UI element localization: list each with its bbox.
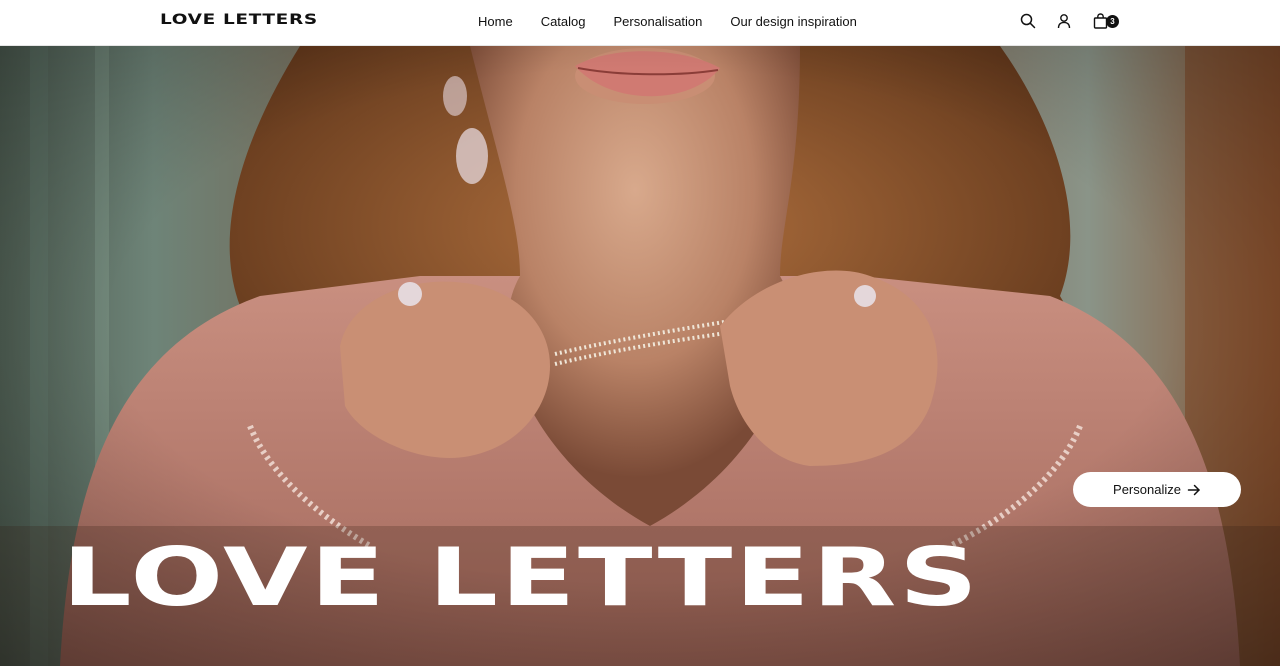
hero-banner: Personalize LOVE LETTERS (0, 46, 1280, 666)
main-nav: Home Catalog Personalisation Our design … (478, 14, 857, 30)
nav-link-home[interactable]: Home (478, 14, 513, 30)
user-icon (1057, 14, 1071, 29)
arrow-right-icon (1187, 483, 1201, 497)
hero-title: LOVE LETTERS (62, 531, 981, 624)
nav-link-catalog[interactable]: Catalog (541, 14, 586, 30)
personalize-button[interactable]: Personalize (1073, 472, 1241, 507)
search-button[interactable] (1019, 12, 1037, 30)
nav-link-personalisation[interactable]: Personalisation (614, 14, 703, 30)
account-button[interactable] (1055, 12, 1073, 30)
site-header: LOVE LETTERS Home Catalog Personalisatio… (0, 0, 1280, 46)
cart-button[interactable]: 3 (1091, 12, 1119, 30)
cart-count-badge: 3 (1106, 15, 1119, 28)
personalize-button-label: Personalize (1113, 482, 1181, 497)
search-icon (1020, 13, 1036, 29)
header-actions: 3 (1019, 12, 1119, 30)
brand-logo[interactable]: LOVE LETTERS (160, 12, 318, 28)
nav-link-design-inspiration[interactable]: Our design inspiration (730, 14, 856, 30)
